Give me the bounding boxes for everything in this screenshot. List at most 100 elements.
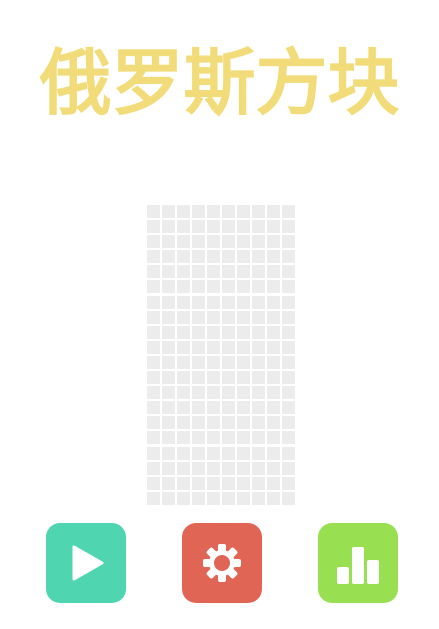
board-cell bbox=[222, 265, 235, 279]
board-cell bbox=[222, 371, 235, 385]
board-cell bbox=[177, 235, 190, 249]
board-cell bbox=[162, 295, 175, 309]
board-cell bbox=[162, 416, 175, 430]
board-cell bbox=[147, 250, 160, 264]
board-cell bbox=[267, 416, 280, 430]
board-cell bbox=[207, 220, 220, 234]
board-cell bbox=[267, 310, 280, 324]
board-cell bbox=[267, 205, 280, 218]
board-cell bbox=[237, 325, 250, 339]
board-cell bbox=[267, 220, 280, 234]
board-cell bbox=[177, 340, 190, 354]
board-cell bbox=[222, 340, 235, 354]
board-cell bbox=[252, 491, 265, 505]
board-cell bbox=[192, 310, 205, 324]
board-cell bbox=[207, 416, 220, 430]
board-cell bbox=[207, 340, 220, 354]
board-cell bbox=[192, 401, 205, 415]
board-cell bbox=[282, 431, 295, 445]
settings-button[interactable] bbox=[182, 523, 262, 603]
board-cell bbox=[162, 280, 175, 294]
board-cell bbox=[282, 235, 295, 249]
board-cell bbox=[162, 491, 175, 505]
board-cell bbox=[207, 476, 220, 490]
board-cell bbox=[222, 461, 235, 475]
board-cell bbox=[282, 461, 295, 475]
board-cell bbox=[252, 325, 265, 339]
board-cell bbox=[252, 265, 265, 279]
board-cell bbox=[177, 446, 190, 460]
board-cell bbox=[267, 280, 280, 294]
board-cell bbox=[162, 205, 175, 218]
board-cell bbox=[222, 250, 235, 264]
board-cell bbox=[282, 280, 295, 294]
board-cell bbox=[192, 371, 205, 385]
board-cell bbox=[192, 250, 205, 264]
board-cell bbox=[207, 491, 220, 505]
board-cell bbox=[237, 416, 250, 430]
board-cell bbox=[282, 491, 295, 505]
board-cell bbox=[177, 401, 190, 415]
board-cell bbox=[252, 446, 265, 460]
game-title: 俄罗斯方块 bbox=[39, 41, 400, 125]
board-cell bbox=[267, 431, 280, 445]
board-cell bbox=[192, 355, 205, 369]
board-cell bbox=[147, 220, 160, 234]
board-cell bbox=[222, 205, 235, 218]
board-cell bbox=[207, 446, 220, 460]
board-cell bbox=[237, 280, 250, 294]
board-cell bbox=[162, 325, 175, 339]
board-cell bbox=[252, 355, 265, 369]
board-cell bbox=[147, 386, 160, 400]
board-cell bbox=[222, 476, 235, 490]
board-cell bbox=[207, 310, 220, 324]
board-cell bbox=[192, 325, 205, 339]
board-cell bbox=[207, 295, 220, 309]
board-cell bbox=[222, 280, 235, 294]
board-cell bbox=[192, 280, 205, 294]
board-cell bbox=[177, 371, 190, 385]
board-cell bbox=[222, 310, 235, 324]
board-cell bbox=[237, 446, 250, 460]
board-cell bbox=[222, 401, 235, 415]
board-cell bbox=[192, 461, 205, 475]
board-cell bbox=[252, 431, 265, 445]
board-cell bbox=[237, 295, 250, 309]
board-cell bbox=[282, 250, 295, 264]
board-cell bbox=[147, 491, 160, 505]
board-cell bbox=[147, 355, 160, 369]
board-cell bbox=[282, 416, 295, 430]
board-cell bbox=[147, 265, 160, 279]
board-cell bbox=[267, 235, 280, 249]
board-cell bbox=[162, 220, 175, 234]
board-cell bbox=[252, 250, 265, 264]
board-cell bbox=[282, 310, 295, 324]
board-cell bbox=[207, 461, 220, 475]
board-cell bbox=[162, 340, 175, 354]
board-cell bbox=[282, 205, 295, 218]
board-cell bbox=[177, 355, 190, 369]
board-cell bbox=[147, 325, 160, 339]
board-cell bbox=[267, 325, 280, 339]
board-cell bbox=[207, 401, 220, 415]
leaderboard-button[interactable] bbox=[318, 523, 398, 603]
board-cell bbox=[267, 340, 280, 354]
board-cell bbox=[252, 220, 265, 234]
board-cell bbox=[267, 355, 280, 369]
board-cell bbox=[177, 461, 190, 475]
board-cell bbox=[147, 431, 160, 445]
board-cell bbox=[282, 386, 295, 400]
board-cell bbox=[162, 235, 175, 249]
board-cell bbox=[267, 386, 280, 400]
board-cell bbox=[192, 446, 205, 460]
board-cell bbox=[177, 476, 190, 490]
board-cell bbox=[177, 205, 190, 218]
board-cell bbox=[192, 205, 205, 218]
board-cell bbox=[177, 280, 190, 294]
board-cell bbox=[192, 416, 205, 430]
board-cell bbox=[252, 340, 265, 354]
board-cell bbox=[282, 325, 295, 339]
board-cell bbox=[237, 401, 250, 415]
board-cell bbox=[147, 310, 160, 324]
play-button[interactable] bbox=[46, 523, 126, 603]
